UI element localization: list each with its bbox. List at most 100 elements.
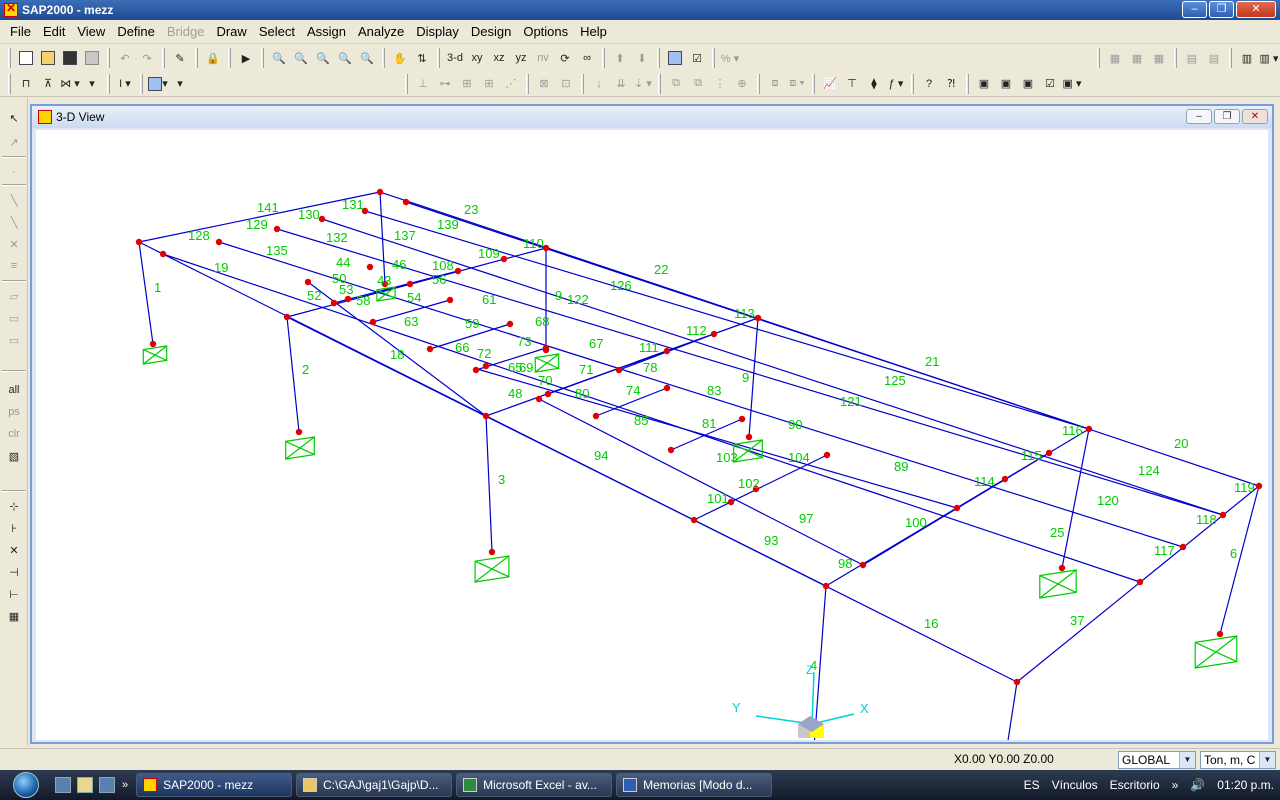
joint-loads-icon[interactable]: ↓ <box>589 74 609 94</box>
joint-node[interactable] <box>159 250 167 258</box>
toolbar-grip[interactable] <box>8 73 11 94</box>
joint-node[interactable] <box>1179 543 1187 551</box>
percent-dropdown-icon[interactable]: % ▾ <box>720 48 740 68</box>
local-axes-icon[interactable]: ⊞ <box>479 74 499 94</box>
align-icon[interactable]: ⊕ <box>732 74 752 94</box>
design-options-icon[interactable]: ▣ ▾ <box>1062 74 1082 94</box>
rotate-view-icon[interactable]: ⟳ <box>555 48 575 68</box>
mesh-icon[interactable]: ⧈ <box>765 74 785 94</box>
frame-release-icon[interactable]: ⊞ <box>457 74 477 94</box>
set-display-options-icon[interactable]: ☑ <box>687 48 707 68</box>
select-all-button[interactable]: all <box>4 380 24 400</box>
view-yz-button[interactable]: yz <box>511 48 531 68</box>
refresh-view-icon[interactable]: ⇅ <box>412 48 432 68</box>
zoom-restore-icon[interactable]: 🔍 <box>291 48 311 68</box>
distributed-loads-icon[interactable]: ⇊ <box>611 74 631 94</box>
snap-intersection-icon[interactable]: ✕ <box>4 540 24 560</box>
menu-display[interactable]: Display <box>410 20 465 44</box>
fixed-support-symbol[interactable] <box>142 345 168 365</box>
table-icon[interactable]: ⊤ <box>842 74 862 94</box>
show-deformed-icon[interactable]: ▤ <box>1182 48 1202 68</box>
section-icon[interactable]: I ▾ <box>115 74 135 94</box>
sap2000-window-icon[interactable] <box>38 110 52 124</box>
media-icon[interactable] <box>99 777 115 793</box>
menu-options[interactable]: Options <box>517 20 574 44</box>
open-button[interactable] <box>38 48 58 68</box>
snap-grid-icon[interactable]: ▦ <box>4 606 24 626</box>
show-desktop-icon[interactable] <box>55 777 71 793</box>
view-nv-button[interactable]: nv <box>533 48 553 68</box>
joint-node[interactable] <box>406 280 414 288</box>
joint-restraint-icon[interactable]: ⊥ <box>413 74 433 94</box>
fixed-support-symbol[interactable] <box>285 436 315 460</box>
lock-icon[interactable]: 🔒 <box>203 48 223 68</box>
zoom-in-icon[interactable]: 🔍 <box>335 48 355 68</box>
joint-node[interactable] <box>1255 482 1263 490</box>
help-context-icon[interactable]: ⁈ <box>941 74 961 94</box>
frame-element[interactable] <box>162 253 1141 583</box>
move-up-icon[interactable]: ⬆ <box>610 48 630 68</box>
truss-type-icon[interactable]: ⊼ <box>38 74 58 94</box>
close-button[interactable]: ✕ <box>1236 1 1276 18</box>
design-concrete-icon[interactable]: ▥ ▾ <box>1259 48 1279 68</box>
taskbar-word[interactable]: Memorias [Modo d... <box>616 773 773 797</box>
undo-icon[interactable]: ↶ <box>115 48 135 68</box>
column-element[interactable] <box>1007 681 1018 740</box>
toolbar-dropdown-icon[interactable]: ▾ <box>82 74 102 94</box>
toolbar-dropdown-icon[interactable]: ▾ <box>170 74 190 94</box>
snap-joints-icon[interactable]: ⊹ <box>4 496 24 516</box>
chevron-right-icon[interactable]: » <box>122 779 128 791</box>
language-indicator[interactable]: ES <box>1024 778 1040 792</box>
menu-help[interactable]: Help <box>574 20 613 44</box>
model-canvas[interactable]: 141 128 129 130 131 23 139 137 132 135 110 109 108 44… <box>36 130 1268 740</box>
column-element[interactable] <box>286 316 300 433</box>
pencil-icon[interactable]: ✎ <box>170 48 190 68</box>
object-shrink-icon[interactable] <box>665 48 685 68</box>
joint-node[interactable] <box>1219 511 1227 519</box>
zoom-out-icon[interactable]: 🔍 <box>357 48 377 68</box>
column-element[interactable] <box>1061 428 1090 569</box>
draw-solid-icon[interactable]: ▦ <box>1149 48 1169 68</box>
column-element[interactable] <box>1219 485 1260 635</box>
frame-element[interactable] <box>218 241 1184 548</box>
frame-element[interactable] <box>286 316 827 587</box>
taskbar-folder[interactable]: C:\GAJ\gaj1\Gajp\D... <box>296 773 453 797</box>
start-button[interactable] <box>0 770 52 800</box>
new-model-button[interactable] <box>16 48 36 68</box>
joint-node[interactable] <box>745 433 753 441</box>
area-section-icon[interactable]: ▾ <box>148 74 168 94</box>
pan-icon[interactable]: ✋ <box>390 48 410 68</box>
joint-node[interactable] <box>500 255 508 263</box>
child-close-button[interactable]: ✕ <box>1242 109 1268 124</box>
frame-element[interactable] <box>286 247 547 318</box>
frame-type-icon[interactable]: ⊓ <box>16 74 36 94</box>
joint-node[interactable] <box>273 225 281 233</box>
show-forces-icon[interactable]: ▤ <box>1204 48 1224 68</box>
run-analysis-button[interactable]: ▶ <box>236 48 256 68</box>
joint-node[interactable] <box>953 504 961 512</box>
design-display-icon[interactable]: ▣ <box>1018 74 1038 94</box>
taskbar-sap2000[interactable]: SAP2000 - mezz <box>136 773 293 797</box>
sap2000-app-icon[interactable] <box>4 1 18 17</box>
previous-select-button[interactable]: ps <box>4 402 24 422</box>
column-element[interactable] <box>138 241 154 345</box>
joint-node[interactable] <box>592 412 600 420</box>
fx-icon[interactable]: ƒ ▾ <box>886 74 906 94</box>
design-frame-icon[interactable]: ▣ <box>974 74 994 94</box>
joint-node[interactable] <box>667 446 675 454</box>
joint-node[interactable] <box>366 263 374 271</box>
menu-analyze[interactable]: Analyze <box>352 20 410 44</box>
joint-node[interactable] <box>615 366 623 374</box>
joint-node[interactable] <box>506 320 514 328</box>
restore-button[interactable]: ❐ <box>1209 1 1234 18</box>
chevron-down-icon[interactable]: ▼ <box>1179 752 1195 768</box>
view-xy-button[interactable]: xy <box>467 48 487 68</box>
joint-node[interactable] <box>330 299 338 307</box>
child-minimize-button[interactable]: – <box>1186 109 1212 124</box>
desktop-toolbar[interactable]: Escritorio <box>1110 778 1160 792</box>
design-steel-icon[interactable]: ▥ <box>1237 48 1257 68</box>
divide-icon[interactable]: ⧉ <box>688 74 708 94</box>
joint-node[interactable] <box>454 267 462 275</box>
joint-node[interactable] <box>318 215 326 223</box>
joint-node[interactable] <box>304 278 312 286</box>
